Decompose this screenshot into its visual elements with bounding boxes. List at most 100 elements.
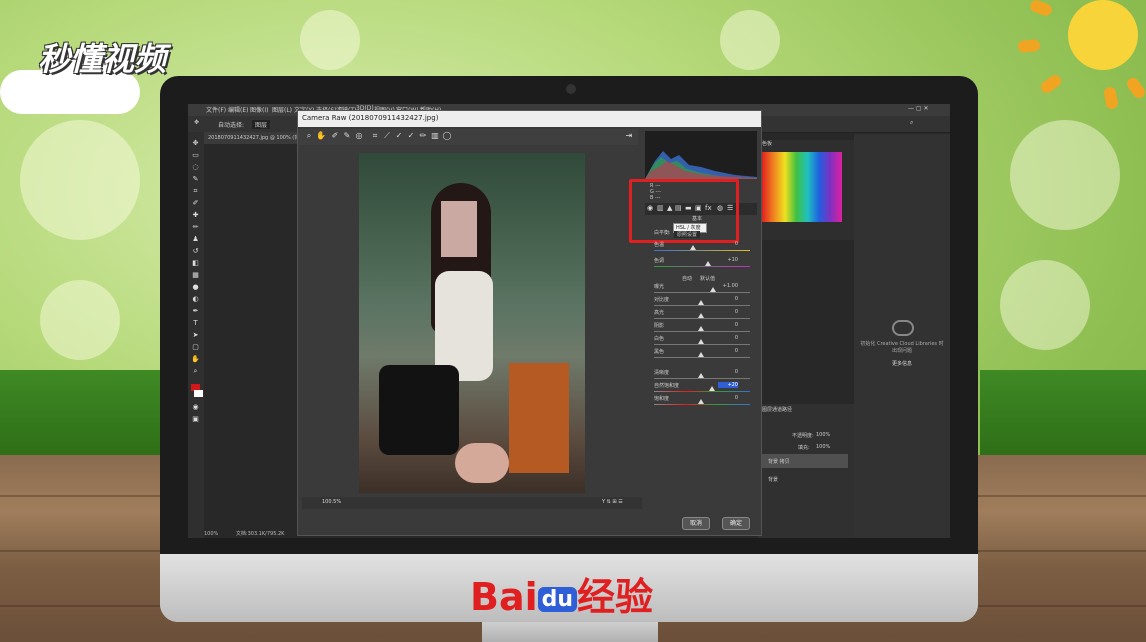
shadows-slider[interactable] [654, 331, 750, 332]
eraser-icon[interactable]: ◧ [191, 260, 200, 267]
opacity-value[interactable]: 100% [816, 432, 830, 438]
cancel-button[interactable]: 取消 [682, 517, 710, 530]
menu-image[interactable]: 图像(I) [250, 105, 268, 114]
zoom-tool-icon[interactable]: ⌕ [304, 131, 314, 141]
gradient-icon[interactable]: ▦ [191, 272, 200, 279]
exposure-knob[interactable] [710, 287, 716, 292]
move-icon[interactable]: ✥ [191, 140, 200, 147]
auto-select-dropdown[interactable]: 图层 [252, 120, 271, 129]
eyedropper-icon[interactable]: ✐ [191, 200, 200, 207]
zoom-level[interactable]: 100.5% [322, 499, 341, 505]
view-toggle-icons[interactable]: Y ⇅ ⊞ ☰ [602, 499, 623, 505]
menu-layer[interactable]: 图层(L) [272, 105, 292, 114]
crop-icon[interactable]: ⌗ [191, 188, 200, 195]
blurred-face [441, 201, 477, 257]
radial-filter-icon[interactable]: ◯ [442, 131, 452, 141]
contrast-knob[interactable] [698, 300, 704, 305]
whites-slider[interactable] [654, 344, 750, 345]
clarity-slider[interactable] [654, 378, 750, 379]
default-link[interactable]: 默认值 [700, 275, 715, 282]
wb-dropdown[interactable]: 原照设置 [674, 231, 701, 238]
ok-button[interactable]: 确定 [722, 517, 750, 530]
shadows-knob[interactable] [698, 326, 704, 331]
tab-paths[interactable]: 路径 [782, 406, 792, 413]
redeye-icon[interactable]: ✓ [406, 131, 416, 141]
fill-label: 填充: [798, 445, 810, 451]
camera-raw-toolbar: ⌕ ✋ ✐ ✎ ◎ ⌗ ⟋ ✓ ✓ ✏ ▥ ◯ ⇥ [298, 129, 638, 145]
menu-edit[interactable]: 编辑(E) [228, 105, 248, 114]
exposure-label: 曝光 [654, 284, 665, 290]
background-color-swatch[interactable] [194, 390, 203, 397]
vibrance-slider[interactable] [654, 391, 750, 392]
hand-icon[interactable]: ✋ [191, 356, 200, 363]
libraries-more-link[interactable]: 更多信息 [860, 360, 944, 367]
webcam-icon [566, 84, 576, 94]
vibrance-label: 自然饱和度 [654, 383, 680, 389]
marquee-icon[interactable]: ▭ [191, 152, 200, 159]
adjustment-brush-icon[interactable]: ✏ [418, 131, 428, 141]
type-icon[interactable]: T [191, 320, 200, 327]
saturation-value[interactable]: 0 [718, 395, 738, 401]
auto-link[interactable]: 自动 [682, 275, 692, 282]
temp-slider[interactable] [654, 250, 750, 251]
highlights-knob[interactable] [698, 313, 704, 318]
lasso-icon[interactable]: ◌ [191, 164, 200, 171]
menu-file[interactable]: 文件(F) [206, 105, 226, 114]
history-brush-icon[interactable]: ↺ [191, 248, 200, 255]
whites-value[interactable]: 0 [718, 335, 738, 341]
crop-tool-icon[interactable]: ⌗ [370, 131, 380, 141]
path-select-icon[interactable]: ➤ [191, 332, 200, 339]
dodge-icon[interactable]: ◐ [191, 296, 200, 303]
tab-channels[interactable]: 通道 [772, 406, 782, 413]
temp-value[interactable]: 0 [718, 241, 738, 247]
vibrance-knob[interactable] [709, 386, 715, 391]
contrast-value[interactable]: 0 [718, 296, 738, 302]
exposure-value[interactable]: +1.00 [718, 283, 738, 289]
swatch-grid[interactable] [762, 152, 842, 222]
window-controls[interactable]: — ▢ ✕ [908, 105, 929, 112]
zoom-icon[interactable]: ⌕ [191, 368, 200, 375]
panel-title: 基本 [692, 216, 703, 222]
highlights-value[interactable]: 0 [718, 309, 738, 315]
shape-icon[interactable]: ▢ [191, 344, 200, 351]
pen-icon[interactable]: ✒ [191, 308, 200, 315]
graduated-filter-icon[interactable]: ▥ [430, 131, 440, 141]
hand-tool-icon[interactable]: ✋ [316, 131, 326, 141]
tab-layers[interactable]: 图层 [762, 406, 772, 413]
fill-value[interactable]: 100% [816, 444, 830, 450]
blur-icon[interactable]: ● [191, 284, 200, 291]
quick-select-icon[interactable]: ✎ [191, 176, 200, 183]
exposure-slider[interactable] [654, 292, 750, 293]
blacks-value[interactable]: 0 [718, 348, 738, 354]
brush-icon[interactable]: ✏ [191, 224, 200, 231]
targeted-adjust-icon[interactable]: ◎ [354, 131, 364, 141]
tint-value[interactable]: +10 [718, 257, 738, 263]
blacks-knob[interactable] [698, 352, 704, 357]
layer-name-bg: 背景 [768, 477, 779, 483]
tint-slider[interactable] [654, 266, 750, 267]
whites-knob[interactable] [698, 339, 704, 344]
clarity-knob[interactable] [698, 373, 704, 378]
move-tool-icon[interactable]: ✥ [194, 119, 199, 126]
saturation-slider[interactable] [654, 404, 750, 405]
stamp-icon[interactable]: ♟ [191, 236, 200, 243]
vibrance-value[interactable]: +20 [718, 382, 738, 388]
blacks-slider[interactable] [654, 357, 750, 358]
screen-mode-icon[interactable]: ▣ [191, 416, 200, 423]
temp-knob[interactable] [690, 245, 696, 250]
clarity-value[interactable]: 0 [718, 369, 738, 375]
straighten-icon[interactable]: ⟋ [382, 131, 392, 141]
shadows-value[interactable]: 0 [718, 322, 738, 328]
contrast-slider[interactable] [654, 305, 750, 306]
saturation-knob[interactable] [698, 399, 704, 404]
quick-mask-icon[interactable]: ◉ [191, 404, 200, 411]
spot-removal-icon[interactable]: ✓ [394, 131, 404, 141]
search-icon[interactable]: ⌕ [910, 119, 913, 127]
highlights-slider[interactable] [654, 318, 750, 319]
wb-tool-icon[interactable]: ✐ [330, 131, 340, 141]
healing-icon[interactable]: ✚ [191, 212, 200, 219]
open-prefs-icon[interactable]: ⇥ [624, 131, 634, 141]
tint-label: 色调 [654, 258, 665, 264]
color-sampler-icon[interactable]: ✎ [342, 131, 352, 141]
tint-knob[interactable] [705, 261, 711, 266]
